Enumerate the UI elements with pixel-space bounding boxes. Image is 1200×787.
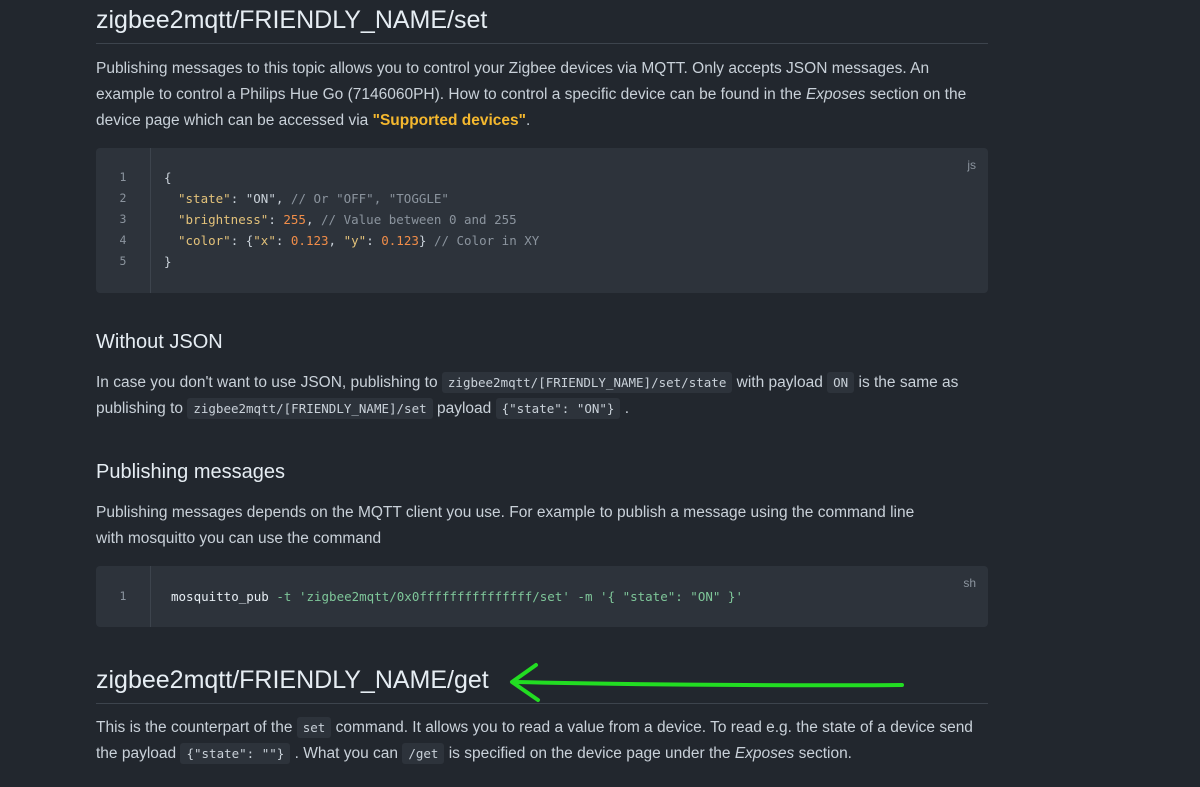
annotation-arrow-icon — [510, 663, 904, 702]
arrow-shaft — [514, 680, 904, 688]
